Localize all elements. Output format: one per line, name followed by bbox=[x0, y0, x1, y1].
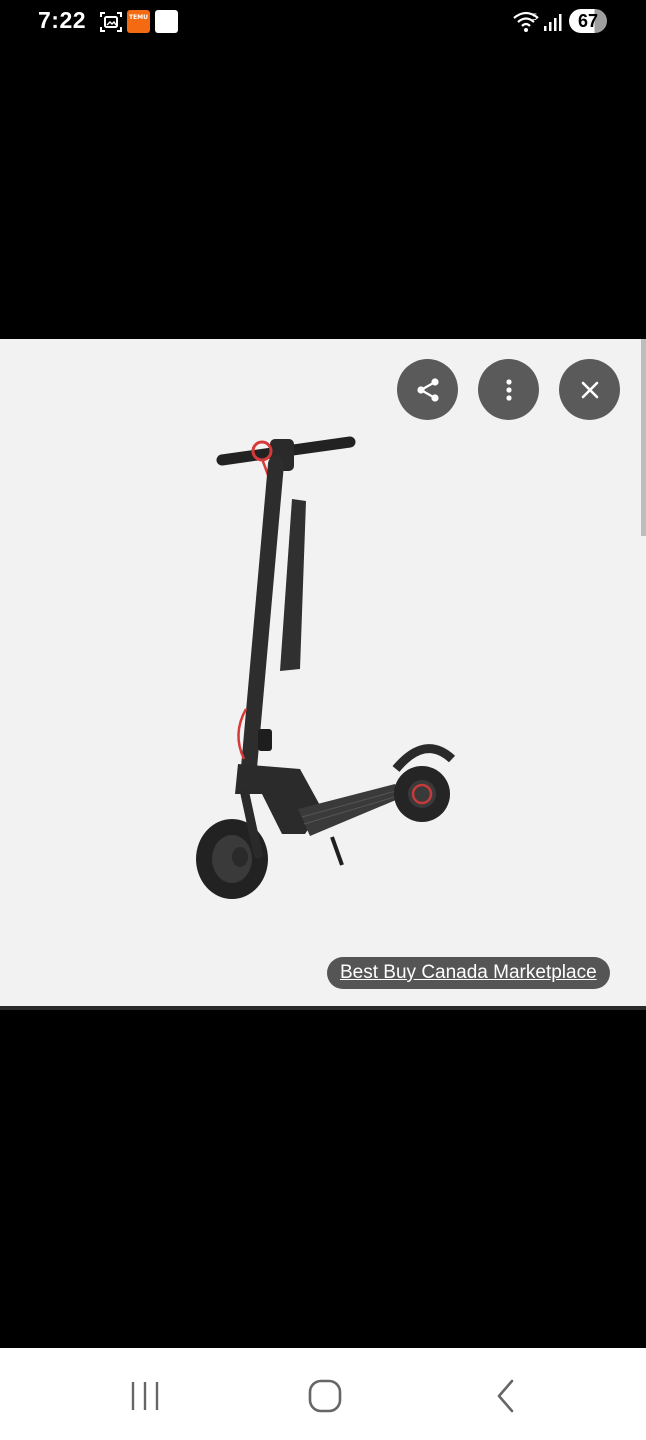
viewer-divider bbox=[0, 1006, 646, 1010]
notification-app-icon bbox=[155, 10, 178, 33]
screenshot-icon bbox=[99, 10, 123, 39]
temu-app-icon: TEMU bbox=[127, 10, 150, 33]
navigation-bar bbox=[0, 1348, 646, 1440]
svg-text:5: 5 bbox=[532, 13, 538, 23]
source-link[interactable]: Best Buy Canada Marketplace bbox=[327, 957, 610, 989]
image-viewer[interactable]: Best Buy Canada Marketplace bbox=[0, 339, 646, 1006]
temu-label: TEMU bbox=[128, 14, 149, 21]
recent-apps-button[interactable] bbox=[115, 1366, 175, 1426]
home-icon bbox=[308, 1379, 342, 1413]
battery-level: 67 bbox=[577, 11, 599, 31]
wifi-icon: 5 bbox=[512, 10, 540, 39]
share-button[interactable] bbox=[397, 359, 458, 420]
more-vertical-icon bbox=[505, 378, 512, 401]
status-bar: 7:22 TEMU 5 67 bbox=[0, 0, 646, 44]
share-icon bbox=[416, 377, 439, 402]
signal-icon bbox=[542, 12, 562, 37]
back-button[interactable] bbox=[476, 1366, 536, 1426]
recent-apps-icon bbox=[131, 1382, 159, 1410]
home-button[interactable] bbox=[295, 1366, 355, 1426]
more-options-button[interactable] bbox=[478, 359, 539, 420]
scooter-image bbox=[196, 436, 456, 899]
battery-icon: 67 bbox=[569, 9, 607, 33]
back-icon bbox=[497, 1379, 514, 1413]
close-icon bbox=[581, 381, 598, 398]
close-button[interactable] bbox=[559, 359, 620, 420]
clock-time: 7:22 bbox=[38, 7, 87, 33]
